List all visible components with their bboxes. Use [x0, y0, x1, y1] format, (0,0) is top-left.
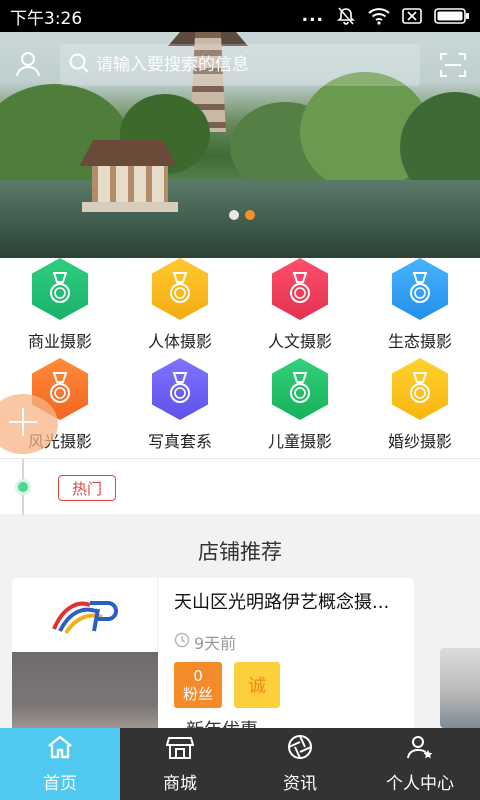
- category-grid: 商业摄影 人体摄影 人文摄影 生态摄影 风光摄影 写真套系 儿童摄影 婚纱摄影: [0, 258, 480, 458]
- user-button[interactable]: [12, 50, 44, 82]
- category-section: 商业摄影 人体摄影 人文摄影 生态摄影 风光摄影 写真套系 儿童摄影 婚纱摄影: [0, 258, 480, 458]
- category-item[interactable]: 儿童摄影: [240, 358, 360, 458]
- shop-logo-icon: [51, 601, 118, 635]
- category-label: 人文摄影: [267, 332, 332, 351]
- shop-name: 天山区光明路伊艺概念摄...: [174, 592, 390, 613]
- status-more-text: ...: [301, 6, 324, 26]
- medal-icon: [170, 272, 190, 303]
- nav-shop[interactable]: 商城: [120, 728, 240, 800]
- search-icon: [68, 52, 90, 78]
- category-icon-bg: [152, 258, 208, 320]
- search-bar[interactable]: [60, 44, 420, 86]
- category-item[interactable]: 写真套系: [120, 358, 240, 458]
- nav-news[interactable]: 资讯: [240, 728, 360, 800]
- category-icon-bg: [32, 258, 88, 320]
- category-label: 婚纱摄影: [387, 432, 452, 451]
- banner-pavilion-base: [82, 202, 178, 212]
- shop-photo: [12, 652, 158, 738]
- hot-tag[interactable]: 热门: [58, 475, 116, 501]
- category-icon-bg: [392, 358, 448, 420]
- shop-logo: [12, 578, 158, 652]
- plus-icon: [5, 404, 41, 444]
- medal-icon: [170, 372, 190, 403]
- category-item[interactable]: 商业摄影: [0, 258, 120, 358]
- fans-label: 粉丝: [182, 685, 213, 703]
- shop-card[interactable]: 天山区光明路伊艺概念摄... 9天前 0 粉丝 诚 新年优惠: [12, 578, 414, 738]
- scan-button[interactable]: [436, 50, 470, 84]
- search-input[interactable]: [96, 55, 396, 75]
- banner-pavilion: [92, 166, 168, 204]
- no-sim-icon: [402, 8, 422, 24]
- category-icon-bg: [272, 258, 328, 320]
- section-title: 店铺推荐: [198, 540, 282, 564]
- category-item[interactable]: 生态摄影: [360, 258, 480, 358]
- medal-icon: [290, 372, 310, 403]
- medal-icon: [290, 272, 310, 303]
- status-bar: 下午3:26 ...: [0, 0, 480, 32]
- fans-badge: 0 粉丝: [174, 662, 222, 708]
- shop-recommend-section: 店铺推荐 天山区光明路伊艺概念摄... 9天前 0 粉丝 诚: [0, 518, 480, 738]
- nav-shop-label: 商城: [163, 774, 197, 794]
- banner-dot[interactable]: [229, 210, 239, 220]
- home-icon: [46, 734, 74, 765]
- nav-news-label: 资讯: [283, 774, 317, 794]
- honest-badge: 诚: [234, 662, 280, 708]
- timeline-dot: [15, 479, 31, 495]
- nav-profile[interactable]: 个人中心: [360, 728, 480, 800]
- shop-time-text: 9天前: [194, 634, 237, 653]
- category-item[interactable]: 人文摄影: [240, 258, 360, 358]
- shop-time: 9天前: [174, 630, 236, 654]
- aperture-icon: [287, 734, 313, 765]
- category-item[interactable]: 婚纱摄影: [360, 358, 480, 458]
- fans-count: 0: [193, 667, 203, 685]
- category-label: 商业摄影: [27, 332, 92, 351]
- category-item[interactable]: 人体摄影: [120, 258, 240, 358]
- banner-pagination: [229, 210, 255, 220]
- category-label: 生态摄影: [387, 332, 452, 351]
- medal-icon: [50, 372, 70, 403]
- bottom-nav: 首页 商城 资讯 个人中心: [0, 728, 480, 800]
- category-icon-bg: [392, 258, 448, 320]
- category-label: 写真套系: [147, 432, 212, 451]
- mute-bell-icon: [336, 6, 356, 26]
- nav-profile-label: 个人中心: [386, 774, 454, 794]
- status-time: 下午3:26: [10, 8, 83, 29]
- hot-tag-row: 热门: [0, 458, 480, 515]
- wifi-icon: [368, 7, 390, 25]
- shop-icon: [165, 734, 195, 765]
- medal-icon: [410, 372, 430, 403]
- banner-dot-active[interactable]: [245, 210, 255, 220]
- top-bar: [0, 44, 480, 90]
- scan-icon: [439, 51, 467, 83]
- medal-icon: [50, 272, 70, 303]
- user-star-icon: [406, 734, 434, 765]
- category-icon-bg: [272, 358, 328, 420]
- user-icon: [14, 50, 42, 82]
- nav-home-label: 首页: [43, 774, 77, 794]
- next-shop-card-preview[interactable]: [440, 648, 480, 728]
- clock-icon: [174, 632, 190, 652]
- category-icon-bg: [152, 358, 208, 420]
- battery-icon: [434, 8, 470, 24]
- medal-icon: [410, 272, 430, 303]
- category-label: 人体摄影: [147, 332, 212, 351]
- status-icons: ...: [302, 6, 470, 26]
- category-label: 儿童摄影: [267, 432, 332, 451]
- app-root: 下午3:26 ... 请输入要搜索的信息 商业摄影 人体摄影 人文摄影 生态摄影…: [0, 0, 480, 800]
- nav-home[interactable]: 首页: [0, 728, 120, 800]
